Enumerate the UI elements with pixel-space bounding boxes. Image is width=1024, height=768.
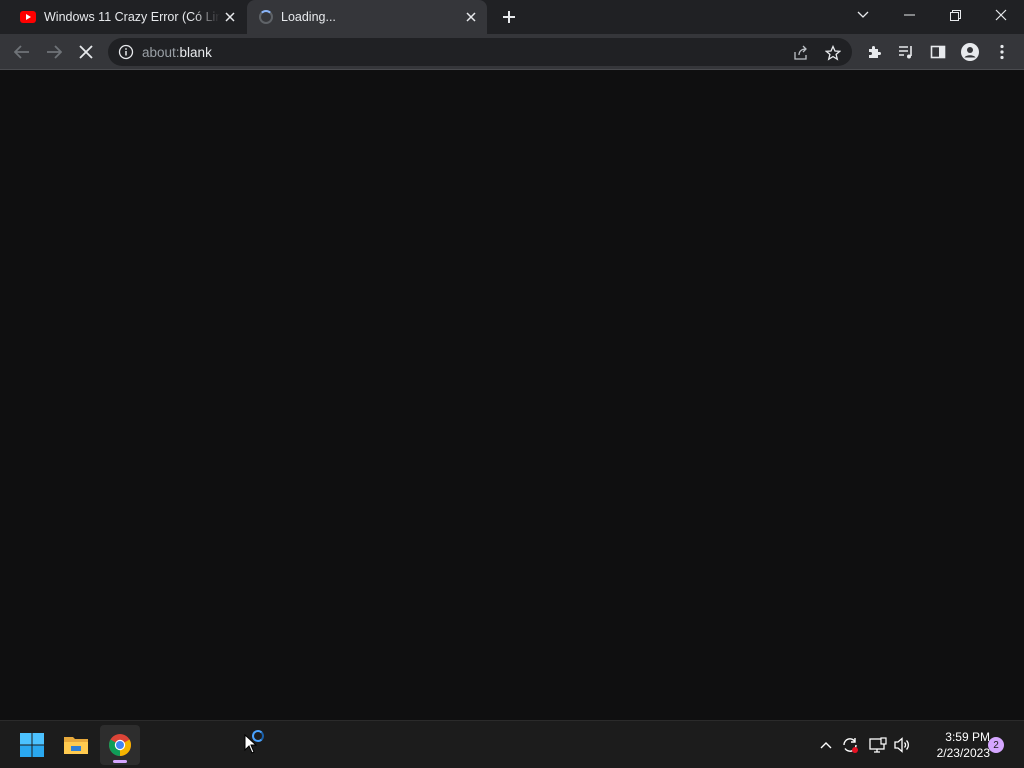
show-hidden-icons-chevron-icon[interactable] [816,735,836,755]
profile-avatar-icon[interactable] [956,38,984,66]
tab-loading[interactable]: Loading... [247,0,487,34]
network-icon[interactable] [868,735,888,755]
address-bar[interactable]: about:blank [108,38,852,66]
bookmark-star-icon[interactable] [822,42,844,64]
volume-icon[interactable] [892,735,912,755]
tab-search-button[interactable] [840,0,886,30]
busy-indicator-icon [252,730,264,742]
file-explorer-button[interactable] [56,725,96,765]
new-tab-button[interactable] [497,5,521,29]
clock-time: 3:59 PM [945,730,990,744]
chrome-taskbar-button[interactable] [100,725,140,765]
clock-date: 2/23/2023 [936,746,990,760]
tab-youtube[interactable]: Windows 11 Crazy Error (Có Link Tải) [8,0,246,34]
side-panel-icon[interactable] [924,38,952,66]
tab-strip: Windows 11 Crazy Error (Có Link Tải) Loa… [0,0,1024,34]
start-button[interactable] [12,725,52,765]
youtube-icon [20,11,36,23]
back-button[interactable] [8,38,36,66]
notification-badge[interactable]: 2 [988,737,1004,753]
sync-icon[interactable] [840,735,860,755]
windows-start-icon [20,733,44,757]
close-tab-icon[interactable] [220,7,240,27]
loading-spinner-icon [259,10,273,24]
taskbar: 3:59 PM 2/23/2023 2 [0,720,1024,768]
url-text[interactable]: about:blank [142,45,212,60]
media-controls-icon[interactable] [892,38,920,66]
active-app-indicator [113,760,127,763]
close-window-button[interactable] [978,0,1024,30]
tab-title: Loading... [281,10,336,24]
system-clock[interactable]: 3:59 PM 2/23/2023 [916,729,990,761]
stop-loading-button[interactable] [72,38,100,66]
tab-title: Windows 11 Crazy Error (Có Link Tải) [44,10,220,24]
browser-toolbar: about:blank [0,34,1024,70]
chrome-icon [109,734,131,756]
folder-icon [64,737,88,754]
forward-button[interactable] [40,38,68,66]
minimize-button[interactable] [886,0,932,30]
share-icon[interactable] [790,42,812,64]
restore-button[interactable] [932,0,978,30]
site-info-icon[interactable] [118,44,134,60]
close-tab-icon[interactable] [461,7,481,27]
extensions-puzzle-icon[interactable] [860,38,888,66]
page-content[interactable] [0,70,1024,720]
browser-menu-icon[interactable] [988,38,1016,66]
